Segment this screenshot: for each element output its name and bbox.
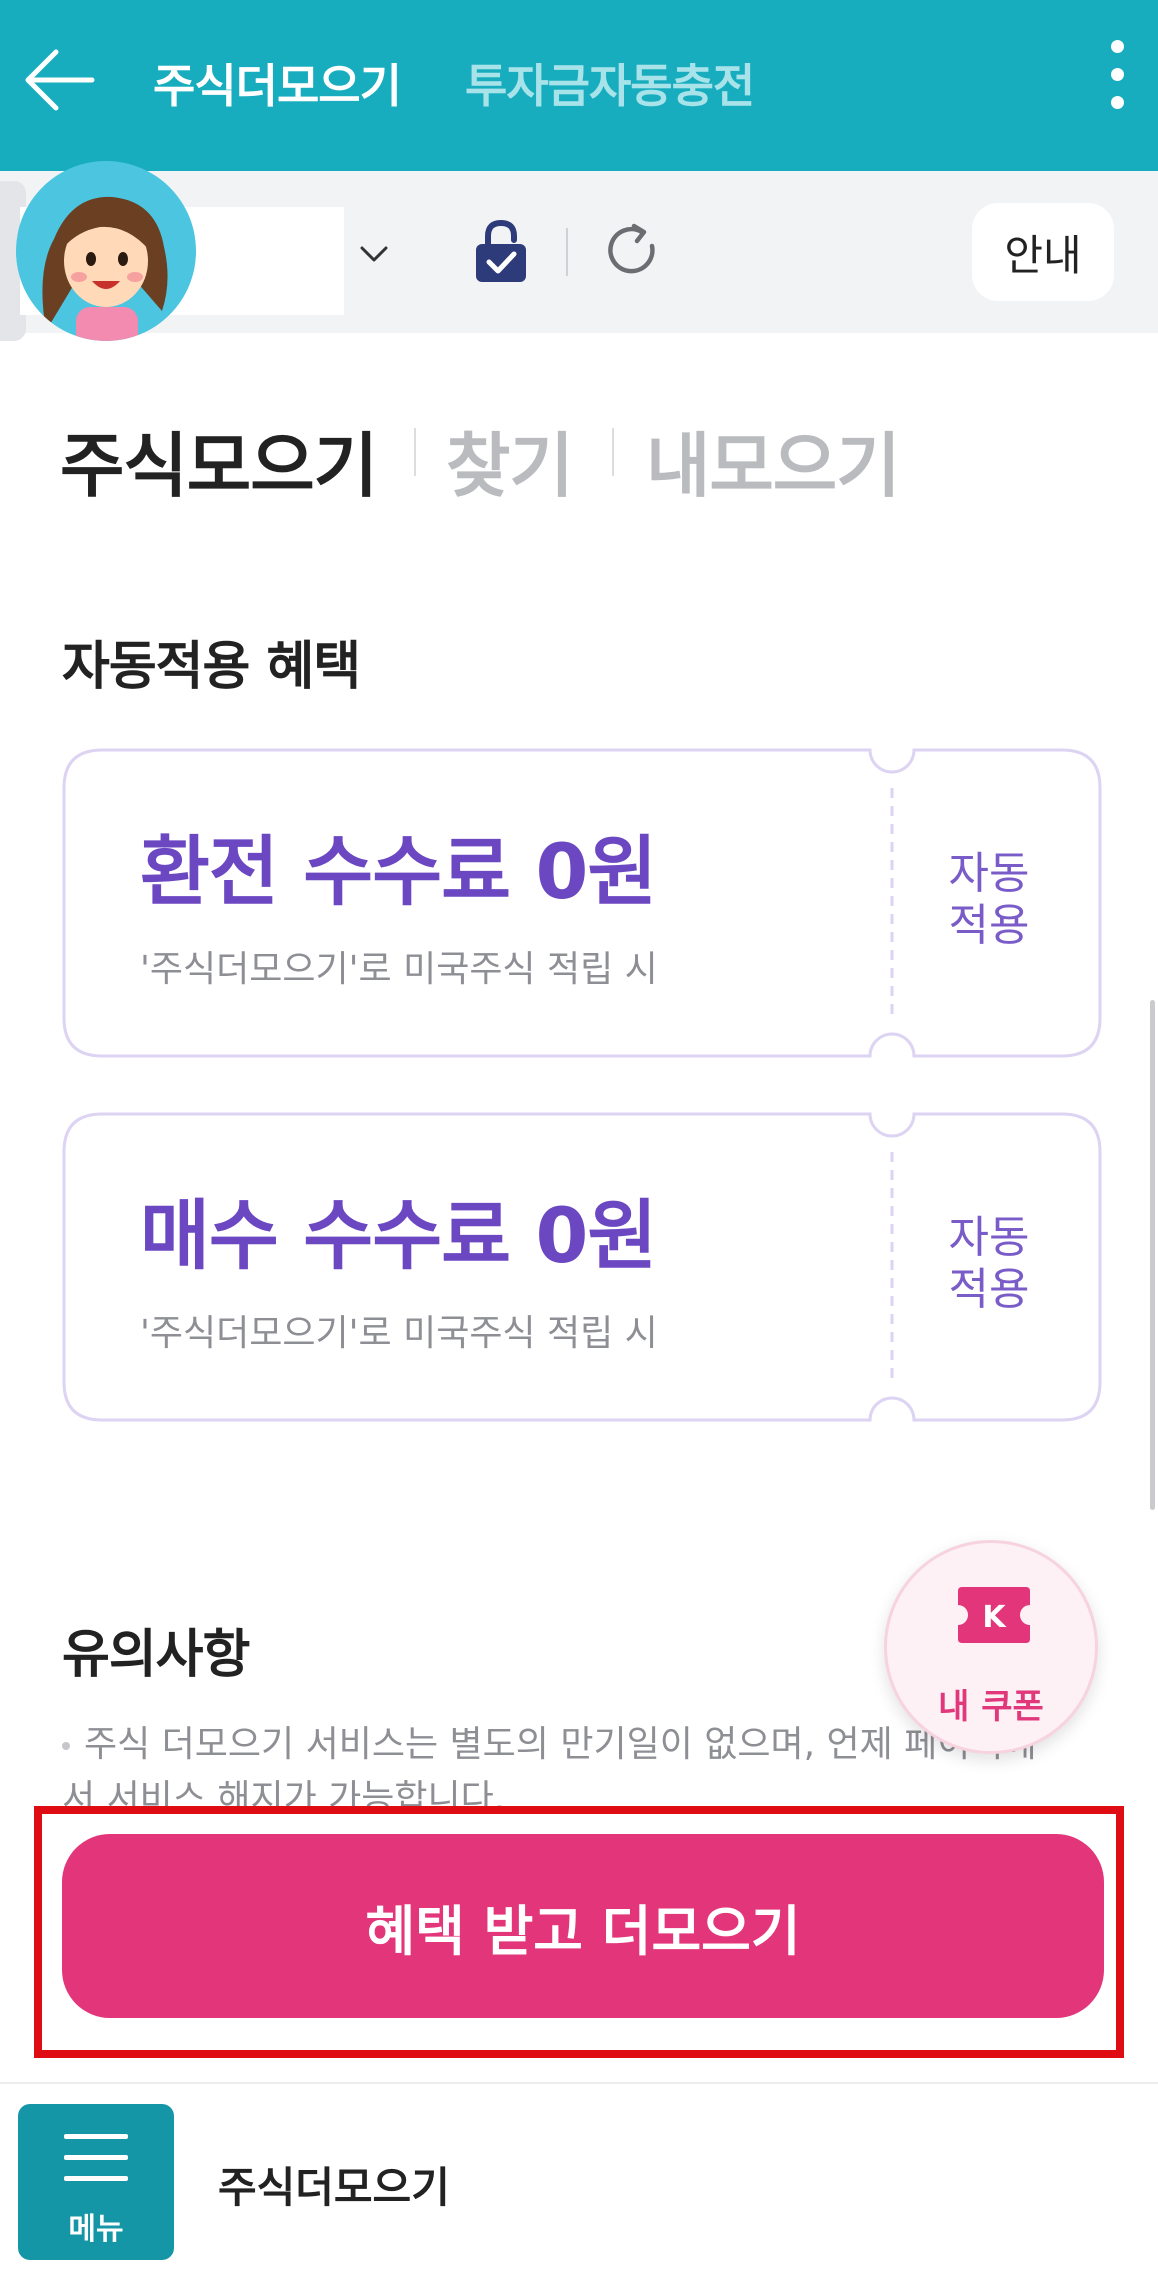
subtab-find[interactable]: 찾기	[446, 410, 574, 511]
coupon-title: 매수 수수료 0원	[140, 1191, 657, 1280]
my-coupon-button[interactable]: K 내 쿠폰	[884, 1540, 1098, 1754]
notes-title: 유의사항	[62, 1625, 250, 1685]
get-benefit-button[interactable]: 혜택 받고 더모으기	[62, 1834, 1104, 2018]
avatar-illustration-icon	[16, 161, 196, 341]
my-coupon-label: 내 쿠폰	[938, 1687, 1044, 1727]
coupon-card-exchange-fee: 환전 수수료 0원 '주식더모으기'로 미국주식 적립 시 자동 적용	[62, 748, 1102, 1058]
coupon-subtitle: '주식더모으기'로 미국주식 적립 시	[140, 949, 658, 990]
notes-item-text: 주식 더모으기 서비스는 별도의 만기일이 없으며, 언제 페이지에서 서비스 …	[62, 1724, 1037, 1819]
coupon-card-buy-fee: 매수 수수료 0원 '주식더모으기'로 미국주식 적립 시 자동 적용	[62, 1112, 1102, 1422]
auto-apply-line1: 자동	[948, 1212, 1030, 1263]
scrollbar[interactable]	[1150, 1000, 1155, 1510]
account-bar-divider	[566, 228, 568, 276]
lock-check-icon[interactable]	[472, 218, 530, 284]
menu-button[interactable]: 메뉴	[18, 2104, 174, 2260]
tab-auto-charge[interactable]: 투자금자동충전	[465, 50, 755, 116]
avatar[interactable]	[16, 161, 196, 341]
hamburger-menu-icon	[64, 2134, 128, 2181]
subtab-collect[interactable]: 주식모으기	[60, 410, 378, 511]
auto-apply-line2: 적용	[948, 900, 1030, 951]
auto-apply-line1: 자동	[948, 848, 1030, 899]
chevron-down-icon[interactable]	[356, 236, 392, 272]
back-arrow-icon[interactable]	[22, 42, 102, 118]
svg-text:K: K	[982, 1600, 1007, 1635]
tab-stock-more[interactable]: 주식더모으기	[153, 50, 402, 116]
top-app-bar: 주식더모으기 투자금자동충전	[0, 0, 1158, 171]
benefits-title: 자동적용 혜택	[62, 637, 361, 697]
subtab-my-collect[interactable]: 내모으기	[646, 410, 901, 511]
coupon-title: 환전 수수료 0원	[140, 827, 657, 916]
menu-label: 메뉴	[68, 2212, 124, 2247]
subtab-divider	[612, 428, 614, 476]
coupon-ticket-icon: K	[958, 1587, 1030, 1643]
more-options-icon[interactable]	[1102, 40, 1132, 126]
coupon-subtitle: '주식더모으기'로 미국주식 적립 시	[140, 1313, 658, 1354]
subtab-divider	[414, 428, 416, 476]
info-button[interactable]: 안내	[972, 203, 1114, 301]
bullet-icon	[62, 1742, 70, 1750]
auto-apply-badge: 자동 적용	[924, 1212, 1054, 1316]
auto-apply-line2: 적용	[948, 1264, 1030, 1315]
auto-apply-badge: 자동 적용	[924, 848, 1054, 952]
refresh-icon[interactable]	[604, 222, 662, 280]
bottom-page-title: 주식더모으기	[218, 2163, 450, 2212]
